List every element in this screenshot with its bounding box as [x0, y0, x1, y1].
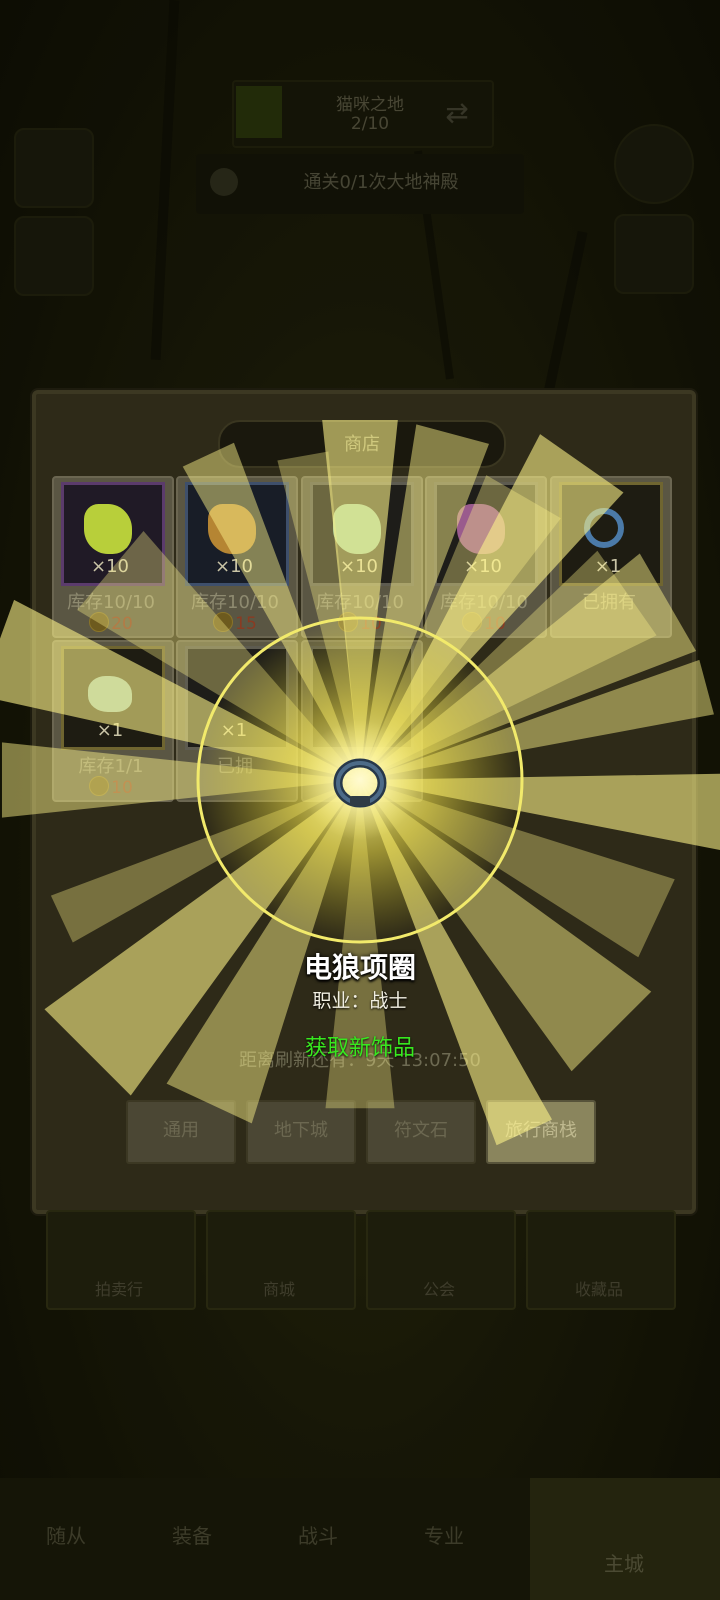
auction-label: 拍卖行 [94, 1280, 143, 1299]
item-stock: 库存10/10 [67, 592, 155, 613]
collection-label: 收藏品 [574, 1280, 623, 1299]
item-frame [310, 646, 414, 750]
reward-notice: 获取新饰品 [304, 1036, 415, 1061]
stone-icon [88, 676, 132, 712]
item-price: 20 [52, 612, 170, 634]
item-stock: 库存10/10 [440, 592, 528, 613]
item-icon [457, 504, 505, 554]
nav-profession[interactable]: 专业 [384, 1520, 504, 1549]
item-price: 15 [176, 612, 294, 634]
reward-item-class: 职业：战士 [312, 990, 408, 1012]
tab-runestone[interactable]: 符文石 [366, 1100, 476, 1164]
item-owned-label: 已拥有 [582, 592, 636, 613]
nav-battle[interactable]: 战斗 [258, 1520, 378, 1549]
item-quantity: ×10 [464, 556, 502, 577]
nav-home-highlight [530, 1478, 720, 1600]
ring-icon [584, 508, 624, 548]
nav-equipment[interactable]: 装备 [132, 1520, 252, 1549]
tab-dungeon[interactable]: 地下城 [246, 1100, 356, 1164]
item-quantity: ×10 [91, 556, 129, 577]
item-icon [208, 504, 256, 554]
item-price: 10 [425, 612, 543, 634]
item-stock: 库存10/10 [316, 592, 404, 613]
coin-icon [462, 612, 483, 632]
coin-icon [213, 612, 234, 632]
coin-icon [338, 612, 359, 632]
reward-item-name: 电狼项圈 [303, 951, 416, 984]
shop-title: 商店 [344, 434, 380, 455]
item-quantity: ×1 [96, 720, 124, 741]
coin-icon [89, 776, 110, 796]
coin-icon [89, 612, 110, 632]
mall-label: 商城 [262, 1280, 295, 1299]
item-icon [333, 504, 381, 554]
item-quantity: ×10 [340, 556, 378, 577]
item-quantity: ×10 [215, 556, 253, 577]
item-icon [84, 504, 132, 554]
item-stock: 库存1/1 [78, 756, 144, 777]
guild-label: 公会 [422, 1280, 455, 1299]
item-quantity: ×1 [220, 720, 248, 741]
nav-main-city[interactable]: 主城 [564, 1548, 684, 1577]
item-price: 10 [301, 612, 419, 634]
nav-followers[interactable]: 随从 [6, 1520, 126, 1549]
item-quantity: ×1 [594, 556, 622, 577]
tab-general[interactable]: 通用 [126, 1100, 236, 1164]
item-price: 10 [52, 776, 170, 798]
item-stock: 已拥 [217, 756, 253, 777]
item-stock: 库存10/10 [191, 592, 279, 613]
tab-travel-merchant[interactable]: 旅行商栈 [486, 1100, 596, 1164]
